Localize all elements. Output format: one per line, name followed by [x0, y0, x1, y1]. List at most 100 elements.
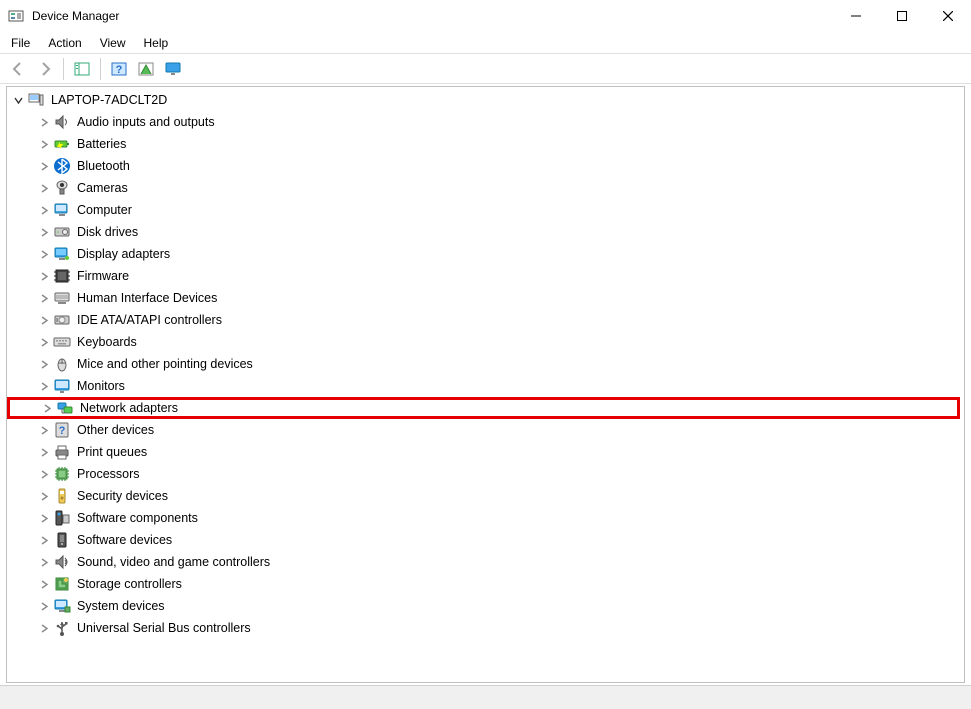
tree-root-label: LAPTOP-7ADCLT2D: [51, 93, 167, 107]
tree-item-batteries[interactable]: Batteries: [7, 133, 964, 155]
firmware-icon: [53, 267, 71, 285]
forward-button[interactable]: [33, 57, 57, 81]
console-tree-button[interactable]: [70, 57, 94, 81]
tree-item-label: Batteries: [77, 137, 126, 151]
disk-icon: [53, 223, 71, 241]
tree-item-sound-video-and-game-controllers[interactable]: Sound, video and game controllers: [7, 551, 964, 573]
tree-root[interactable]: LAPTOP-7ADCLT2D: [7, 89, 964, 111]
sound-icon: [53, 553, 71, 571]
menu-file[interactable]: File: [2, 32, 39, 53]
svg-text:?: ?: [59, 425, 66, 437]
svg-text:?: ?: [116, 64, 123, 76]
tree-item-label: Cameras: [77, 181, 128, 195]
title-bar: Device Manager: [0, 0, 971, 32]
expander-icon[interactable]: [37, 577, 51, 591]
tree-item-processors[interactable]: Processors: [7, 463, 964, 485]
monitor-button[interactable]: [161, 57, 185, 81]
expander-icon[interactable]: [40, 401, 54, 415]
tree-item-security-devices[interactable]: Security devices: [7, 485, 964, 507]
tree-item-label: Mice and other pointing devices: [77, 357, 253, 371]
window-controls: [833, 0, 971, 32]
expander-icon[interactable]: [37, 159, 51, 173]
expander-icon[interactable]: [37, 181, 51, 195]
network-icon: [56, 399, 74, 417]
expander-icon[interactable]: [37, 137, 51, 151]
menu-help[interactable]: Help: [135, 32, 178, 53]
tree-item-label: Computer: [77, 203, 132, 217]
expander-icon[interactable]: [37, 291, 51, 305]
menu-bar: File Action View Help: [0, 32, 971, 54]
tree-item-label: Disk drives: [77, 225, 138, 239]
expander-icon[interactable]: [37, 335, 51, 349]
tree-item-label: Universal Serial Bus controllers: [77, 621, 251, 635]
system-icon: [53, 597, 71, 615]
expander-icon[interactable]: [11, 93, 25, 107]
tree-item-software-devices[interactable]: Software devices: [7, 529, 964, 551]
expander-icon[interactable]: [37, 379, 51, 393]
device-tree[interactable]: LAPTOP-7ADCLT2D Audio inputs and outputs B…: [6, 86, 965, 683]
menu-action[interactable]: Action: [39, 32, 90, 53]
tree-item-firmware[interactable]: Firmware: [7, 265, 964, 287]
tree-item-display-adapters[interactable]: Display adapters: [7, 243, 964, 265]
keyboard-icon: [53, 333, 71, 351]
mouse-icon: [53, 355, 71, 373]
processor-icon: [53, 465, 71, 483]
hid-icon: [53, 289, 71, 307]
bluetooth-icon: [53, 157, 71, 175]
printer-icon: [53, 443, 71, 461]
tree-item-disk-drives[interactable]: Disk drives: [7, 221, 964, 243]
expander-icon[interactable]: [37, 489, 51, 503]
expander-icon[interactable]: [37, 269, 51, 283]
help-button[interactable]: ?: [107, 57, 131, 81]
tree-item-system-devices[interactable]: System devices: [7, 595, 964, 617]
expander-icon[interactable]: [37, 357, 51, 371]
expander-icon[interactable]: [37, 423, 51, 437]
tree-item-storage-controllers[interactable]: Storage controllers: [7, 573, 964, 595]
battery-icon: [53, 135, 71, 153]
tree-item-cameras[interactable]: Cameras: [7, 177, 964, 199]
maximize-button[interactable]: [879, 0, 925, 32]
tree-item-software-components[interactable]: Software components: [7, 507, 964, 529]
expander-icon[interactable]: [37, 555, 51, 569]
expander-icon[interactable]: [37, 467, 51, 481]
tree-item-ide-ata-atapi-controllers[interactable]: IDE ATA/ATAPI controllers: [7, 309, 964, 331]
expander-icon[interactable]: [37, 533, 51, 547]
tree-item-human-interface-devices[interactable]: Human Interface Devices: [7, 287, 964, 309]
toolbar: ?: [0, 54, 971, 84]
expander-icon[interactable]: [37, 445, 51, 459]
tree-item-mice-and-other-pointing-devices[interactable]: Mice and other pointing devices: [7, 353, 964, 375]
tree-item-monitors[interactable]: Monitors: [7, 375, 964, 397]
tree-item-bluetooth[interactable]: Bluetooth: [7, 155, 964, 177]
tree-item-other-devices[interactable]: ?Other devices: [7, 419, 964, 441]
computer-icon: [53, 201, 71, 219]
tree-item-label: Network adapters: [80, 401, 178, 415]
tree-item-audio-inputs-and-outputs[interactable]: Audio inputs and outputs: [7, 111, 964, 133]
expander-icon[interactable]: [37, 203, 51, 217]
tree-item-print-queues[interactable]: Print queues: [7, 441, 964, 463]
menu-view[interactable]: View: [91, 32, 135, 53]
tree-item-label: Bluetooth: [77, 159, 130, 173]
toolbar-separator: [100, 58, 101, 80]
tree-item-computer[interactable]: Computer: [7, 199, 964, 221]
expander-icon[interactable]: [37, 511, 51, 525]
app-icon: [8, 8, 24, 24]
expander-icon[interactable]: [37, 599, 51, 613]
expander-icon[interactable]: [37, 247, 51, 261]
monitor-category-icon: [53, 377, 71, 395]
display-icon: [53, 245, 71, 263]
back-button[interactable]: [6, 57, 30, 81]
minimize-button[interactable]: [833, 0, 879, 32]
status-bar: [0, 685, 971, 709]
tree-item-keyboards[interactable]: Keyboards: [7, 331, 964, 353]
action-button[interactable]: [134, 57, 158, 81]
expander-icon[interactable]: [37, 313, 51, 327]
expander-icon[interactable]: [37, 225, 51, 239]
tree-item-universal-serial-bus-controllers[interactable]: Universal Serial Bus controllers: [7, 617, 964, 639]
tree-item-label: Firmware: [77, 269, 129, 283]
tree-item-network-adapters[interactable]: Network adapters: [7, 397, 960, 419]
close-button[interactable]: [925, 0, 971, 32]
other-icon: ?: [53, 421, 71, 439]
expander-icon[interactable]: [37, 115, 51, 129]
expander-icon[interactable]: [37, 621, 51, 635]
software-dev-icon: [53, 531, 71, 549]
